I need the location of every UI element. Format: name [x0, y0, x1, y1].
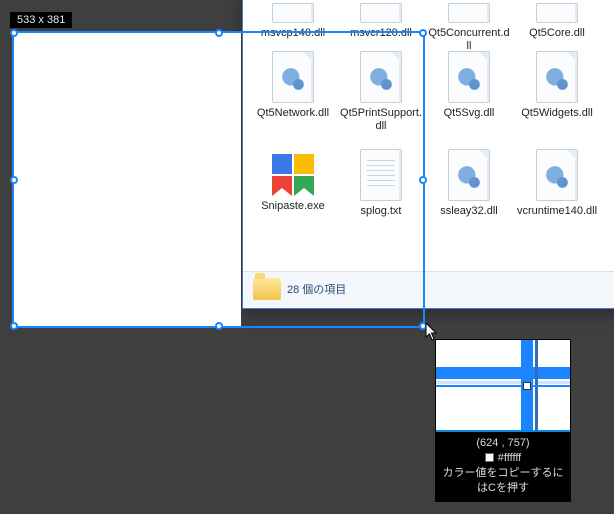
magnifier	[436, 340, 570, 432]
file-label: vcruntime140.dll	[513, 205, 601, 218]
dll-icon	[536, 149, 578, 201]
resize-handle[interactable]	[419, 29, 427, 37]
dll-icon	[360, 3, 402, 23]
resize-handle[interactable]	[10, 29, 18, 37]
file-item[interactable]: vcruntime140.dll	[513, 145, 601, 243]
color-value: #ffffff	[440, 451, 566, 466]
coordinates-label: (624 , 757)	[440, 436, 566, 451]
dll-icon	[536, 3, 578, 23]
gear-icon	[456, 164, 482, 190]
dll-icon	[448, 3, 490, 23]
selection-size-badge: 533 x 381	[10, 12, 72, 28]
dll-icon	[272, 3, 314, 23]
file-item[interactable]: Qt5Concurrent.dll	[425, 0, 513, 47]
pixel-inspector: (624 , 757) #ffffff カラー値をコピーするにはCを押す	[435, 339, 571, 502]
selection-rectangle[interactable]	[12, 31, 425, 328]
resize-handle[interactable]	[419, 322, 427, 330]
file-label: ssleay32.dll	[425, 205, 513, 218]
resize-handle[interactable]	[215, 322, 223, 330]
resize-handle[interactable]	[10, 322, 18, 330]
color-swatch	[485, 453, 494, 462]
file-item[interactable]: Qt5Core.dll	[513, 0, 601, 47]
selection-fill	[14, 33, 241, 326]
gear-icon	[544, 66, 570, 92]
gear-icon	[456, 66, 482, 92]
file-label: Qt5Widgets.dll	[513, 107, 601, 120]
center-pixel	[523, 382, 531, 390]
resize-handle[interactable]	[215, 29, 223, 37]
copy-hint: カラー値をコピーするにはCを押す	[440, 466, 566, 496]
dll-icon	[448, 149, 490, 201]
file-item[interactable]: Qt5Svg.dll	[425, 47, 513, 145]
file-item[interactable]: ssleay32.dll	[425, 145, 513, 243]
gear-icon	[544, 164, 570, 190]
file-item[interactable]: Qt5Widgets.dll	[513, 47, 601, 145]
file-label: Qt5Core.dll	[513, 27, 601, 40]
resize-handle[interactable]	[10, 176, 18, 184]
dll-icon	[536, 51, 578, 103]
file-label: Qt5Svg.dll	[425, 107, 513, 120]
resize-handle[interactable]	[419, 176, 427, 184]
dll-icon	[448, 51, 490, 103]
